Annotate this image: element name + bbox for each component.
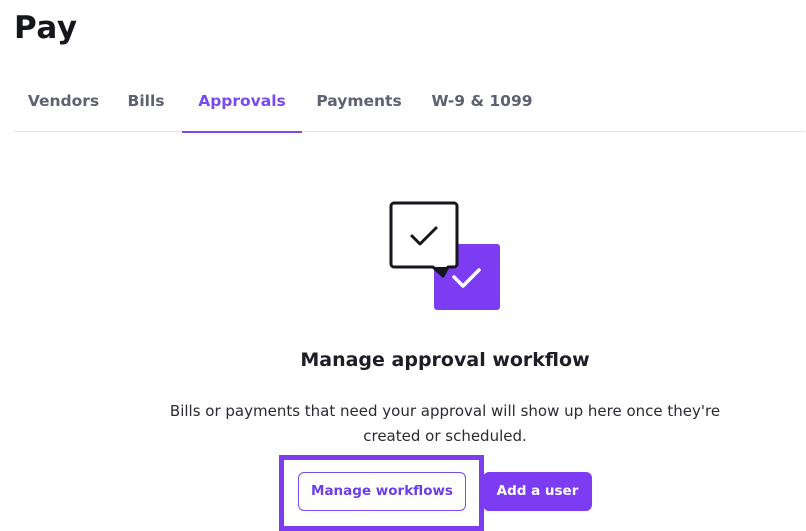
empty-state-title: Manage approval workflow xyxy=(300,349,590,371)
approval-checkboxes-icon xyxy=(388,200,504,314)
tab-bills[interactable]: Bills xyxy=(114,72,178,132)
empty-state-description: Bills or payments that need your approva… xyxy=(169,402,721,445)
tab-bar: Vendors Bills Approvals Payments W-9 & 1… xyxy=(13,72,805,133)
tab-vendors[interactable]: Vendors xyxy=(13,72,114,132)
tab-w9-1099[interactable]: W-9 & 1099 xyxy=(416,72,548,132)
pay-page: Pay Vendors Bills Approvals Payments W-9… xyxy=(0,0,806,531)
tab-payments[interactable]: Payments xyxy=(302,72,416,132)
tab-approvals[interactable]: Approvals xyxy=(182,72,302,133)
page-title: Pay xyxy=(14,10,78,46)
manage-workflows-button[interactable]: Manage workflows xyxy=(298,472,466,511)
add-user-button[interactable]: Add a user xyxy=(483,472,592,511)
approval-illustration xyxy=(389,201,500,310)
